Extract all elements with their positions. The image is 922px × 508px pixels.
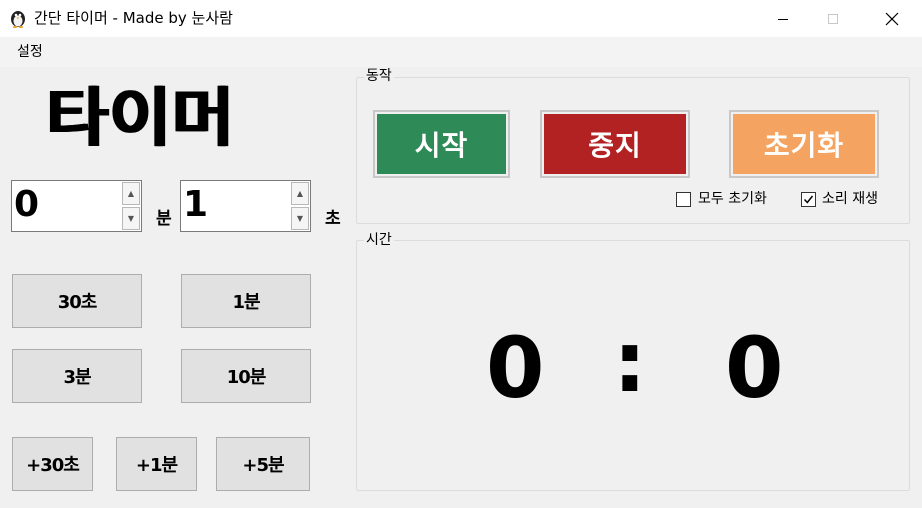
reset-button[interactable]: 초기화 [729,110,879,178]
time-seconds: 0 [725,319,784,417]
preset-10m-button[interactable]: 10분 [181,349,311,403]
minutes-stepper[interactable]: 0 ▲ ▼ [11,180,142,232]
start-button-label: 시작 [377,114,506,174]
menu-bar [0,37,922,67]
seconds-input[interactable]: 1 [183,183,208,227]
maximize-icon [828,13,838,24]
seconds-unit-label: 초 [325,209,341,229]
seconds-up-button[interactable]: ▲ [291,182,309,205]
time-group-label: 시간 [364,231,394,249]
preset-1m-button[interactable]: 1분 [181,274,311,328]
stop-button[interactable]: 중지 [540,110,690,178]
sound-label[interactable]: 소리 재생 [822,190,878,208]
preset-3m-button[interactable]: 3분 [12,349,142,403]
time-separator: : [613,313,647,411]
time-minutes: 0 [486,319,545,417]
minimize-button[interactable] [760,0,806,37]
reset-all-label[interactable]: 모두 초기화 [698,190,767,208]
minimize-icon [778,18,788,20]
caret-up-icon: ▲ [296,189,304,198]
actions-group-label: 동작 [364,67,394,85]
close-button[interactable] [869,0,915,37]
penguin-icon [9,8,27,28]
caret-down-icon: ▼ [127,214,135,223]
window-title: 간단 타이머 - Made by 눈사람 [34,9,233,27]
add-30s-button[interactable]: +30초 [12,437,93,491]
minutes-up-button[interactable]: ▲ [122,182,140,205]
caret-down-icon: ▼ [296,214,304,223]
preset-30s-button[interactable]: 30초 [12,274,142,328]
timer-heading: 타이머 [46,82,235,156]
maximize-button [810,0,856,37]
caret-up-icon: ▲ [127,189,135,198]
add-5m-button[interactable]: +5분 [216,437,310,491]
sound-checkbox[interactable] [801,192,816,207]
menu-settings[interactable]: 설정 [17,42,43,62]
add-1m-button[interactable]: +1분 [116,437,197,491]
seconds-down-button[interactable]: ▼ [291,207,309,230]
checkmark-icon [803,195,814,204]
close-icon [885,12,899,25]
reset-all-checkbox[interactable] [676,192,691,207]
seconds-stepper[interactable]: 1 ▲ ▼ [180,180,311,232]
minutes-input[interactable]: 0 [14,183,39,227]
start-button[interactable]: 시작 [373,110,510,178]
reset-button-label: 초기화 [733,114,875,174]
minutes-down-button[interactable]: ▼ [122,207,140,230]
minutes-unit-label: 분 [156,209,172,229]
stop-button-label: 중지 [544,114,686,174]
